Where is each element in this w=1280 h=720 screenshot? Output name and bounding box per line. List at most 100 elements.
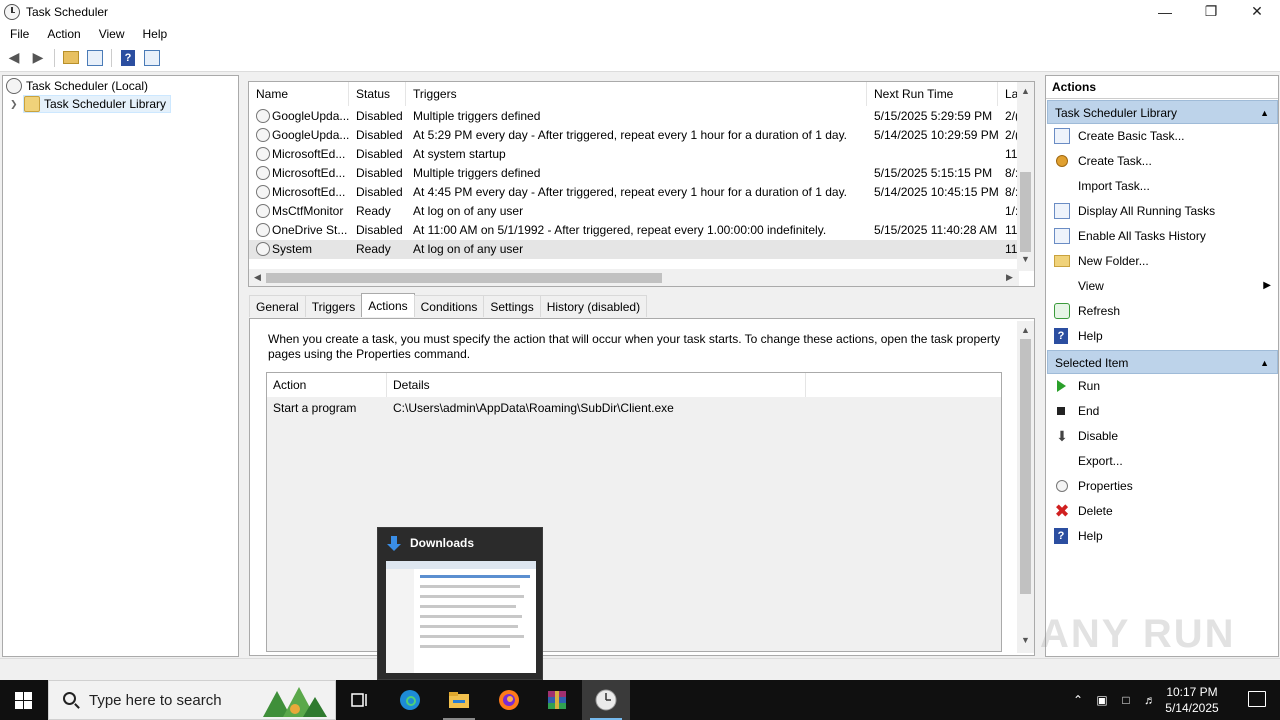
- action-disable[interactable]: ⬇ Disable: [1047, 424, 1278, 448]
- column-last-run[interactable]: La: [998, 82, 1019, 106]
- close-icon[interactable]: ✕: [1234, 0, 1280, 23]
- show-action-pane-icon[interactable]: [142, 48, 162, 68]
- action-end[interactable]: End: [1047, 399, 1278, 423]
- menu-view[interactable]: View: [89, 27, 133, 41]
- table-row[interactable]: MicrosoftEd... Disabled Multiple triggers …: [249, 164, 1019, 183]
- clock-date: 5/14/2025: [1165, 701, 1219, 715]
- actions-row-details[interactable]: C:\Users\admin\AppData\Roaming\SubDir\Cl…: [393, 399, 674, 418]
- start-button[interactable]: [0, 680, 48, 720]
- action-enable-all-tasks-history[interactable]: Enable All Tasks History: [1047, 224, 1278, 248]
- taskbar-clock[interactable]: 10:17 PM 5/14/2025: [1162, 684, 1222, 716]
- back-icon[interactable]: ◀: [4, 48, 24, 68]
- action-refresh[interactable]: Refresh: [1047, 299, 1278, 323]
- column-status[interactable]: Status: [349, 82, 406, 106]
- task-status-cell: Disabled: [356, 109, 403, 123]
- menu-action[interactable]: Action: [37, 27, 88, 41]
- action-delete[interactable]: ✖ Delete: [1047, 499, 1278, 523]
- task-status-cell: Ready: [356, 204, 391, 218]
- action-create-basic-task[interactable]: Create Basic Task...: [1047, 124, 1278, 148]
- task-triggers-cell: Multiple triggers defined: [413, 166, 541, 180]
- table-row[interactable]: MicrosoftEd... Disabled At system startup 1…: [249, 145, 1019, 164]
- panel-vertical-scrollbar[interactable]: ▲ ▼: [1017, 321, 1034, 653]
- panel-scroll-thumb[interactable]: [1020, 339, 1031, 594]
- collapse-icon-2[interactable]: ▲: [1260, 351, 1269, 375]
- tab-triggers[interactable]: Triggers: [304, 295, 363, 317]
- actions-row-action[interactable]: Start a program: [273, 399, 356, 418]
- show-hide-tree-icon[interactable]: [85, 48, 105, 68]
- create-basic-task-icon: [1054, 128, 1070, 144]
- action-export[interactable]: Export...: [1047, 449, 1278, 473]
- create-task-icon: [1056, 155, 1068, 167]
- action-import-task[interactable]: Import Task...: [1047, 174, 1278, 198]
- task-scheduler-taskbar-button[interactable]: [582, 680, 630, 720]
- table-row[interactable]: OneDrive St... Disabled At 11:00 AM on 5/1…: [249, 221, 1019, 240]
- task-list-horizontal-scrollbar[interactable]: ◀ ▶: [249, 269, 1019, 286]
- scroll-thumb[interactable]: [1020, 172, 1031, 252]
- action-help[interactable]: ? Help: [1047, 324, 1278, 348]
- action-create-task[interactable]: Create Task...: [1047, 149, 1278, 173]
- column-name[interactable]: Name: [249, 82, 349, 106]
- actions-column-action[interactable]: Action: [267, 373, 387, 397]
- firefox-taskbar-button[interactable]: [485, 680, 533, 720]
- tab-history[interactable]: History (disabled): [539, 295, 648, 317]
- scroll-up-icon[interactable]: ▲: [1017, 86, 1034, 96]
- column-next-run[interactable]: Next Run Time: [867, 82, 998, 106]
- restore-icon[interactable]: ❐: [1188, 0, 1234, 23]
- table-row[interactable]: GoogleUpda... Disabled At 5:29 PM every da…: [249, 126, 1019, 145]
- section-selected-item[interactable]: Selected Item ▲: [1047, 350, 1278, 374]
- action-help[interactable]: ? Help: [1047, 524, 1278, 548]
- action-run[interactable]: Run: [1047, 374, 1278, 398]
- tab-settings[interactable]: Settings: [483, 295, 541, 317]
- scroll-right-icon[interactable]: ▶: [1001, 272, 1018, 283]
- menu-help[interactable]: Help: [133, 27, 176, 41]
- network-icon[interactable]: □: [1118, 692, 1134, 708]
- action-label: Display All Running Tasks: [1078, 204, 1216, 218]
- menu-bar: File Action View Help: [0, 23, 1280, 44]
- tab-general[interactable]: General: [249, 295, 306, 317]
- forward-icon[interactable]: ▶: [28, 48, 48, 68]
- task-triggers-cell: Multiple triggers defined: [413, 109, 541, 123]
- panel-scroll-down-icon[interactable]: ▼: [1017, 635, 1034, 645]
- help-icon[interactable]: ?: [118, 48, 138, 68]
- winrar-taskbar-button[interactable]: [533, 680, 581, 720]
- action-display-all-running-tasks[interactable]: Display All Running Tasks: [1047, 199, 1278, 223]
- task-view-button[interactable]: [336, 680, 384, 720]
- taskbar-search-box[interactable]: Type here to search: [48, 680, 336, 720]
- tree-item-library[interactable]: Task Scheduler Library: [23, 95, 172, 113]
- expand-chevron-icon[interactable]: ❯: [10, 99, 18, 110]
- volume-icon[interactable]: ♬: [1142, 692, 1158, 708]
- actions-column-details[interactable]: Details: [387, 373, 806, 397]
- actions-pane-title: Actions: [1046, 76, 1278, 99]
- scroll-down-icon[interactable]: ▼: [1017, 254, 1034, 264]
- properties-icon: [1056, 480, 1068, 492]
- tab-conditions[interactable]: Conditions: [413, 295, 485, 317]
- show-hidden-icons-icon[interactable]: ⌃: [1070, 692, 1086, 708]
- table-row[interactable]: MsCtfMonitor Ready At log on of any user 1/…: [249, 202, 1019, 221]
- panel-scroll-up-icon[interactable]: ▲: [1017, 325, 1034, 335]
- scroll-left-icon[interactable]: ◀: [249, 272, 266, 283]
- table-row[interactable]: SystemReadyAt log on of any user11.: [249, 240, 1019, 259]
- column-triggers[interactable]: Triggers: [406, 82, 867, 106]
- action-properties[interactable]: Properties: [1047, 474, 1278, 498]
- downloads-thumbnail-preview[interactable]: Downloads: [377, 527, 543, 680]
- file-explorer-taskbar-button[interactable]: [435, 680, 483, 720]
- minimize-icon[interactable]: —: [1142, 0, 1188, 23]
- menu-file[interactable]: File: [0, 27, 37, 41]
- table-row[interactable]: GoogleUpda... Disabled Multiple triggers d…: [249, 107, 1019, 126]
- submenu-arrow-icon: ▶: [1263, 280, 1271, 291]
- task-list-vertical-scrollbar[interactable]: ▲ ▼: [1017, 82, 1034, 271]
- section-task-scheduler-library[interactable]: Task Scheduler Library ▲: [1047, 100, 1278, 124]
- notification-icon[interactable]: [1248, 691, 1266, 707]
- tree-item-root[interactable]: Task Scheduler (Local): [6, 77, 148, 95]
- table-row[interactable]: MicrosoftEd... Disabled At 4:45 PM every d…: [249, 183, 1019, 202]
- device-icon[interactable]: ▣: [1094, 692, 1110, 708]
- tab-actions[interactable]: Actions: [361, 293, 415, 317]
- collapse-icon[interactable]: ▲: [1260, 101, 1269, 125]
- winrar-icon: [548, 691, 566, 709]
- action-view[interactable]: View ▶: [1047, 274, 1278, 298]
- edge-taskbar-button[interactable]: [386, 680, 434, 720]
- horizontal-scroll-thumb[interactable]: [266, 273, 662, 283]
- up-folder-icon[interactable]: [61, 48, 81, 68]
- thumbnail-title: Downloads: [410, 536, 475, 550]
- action-new-folder[interactable]: New Folder...: [1047, 249, 1278, 273]
